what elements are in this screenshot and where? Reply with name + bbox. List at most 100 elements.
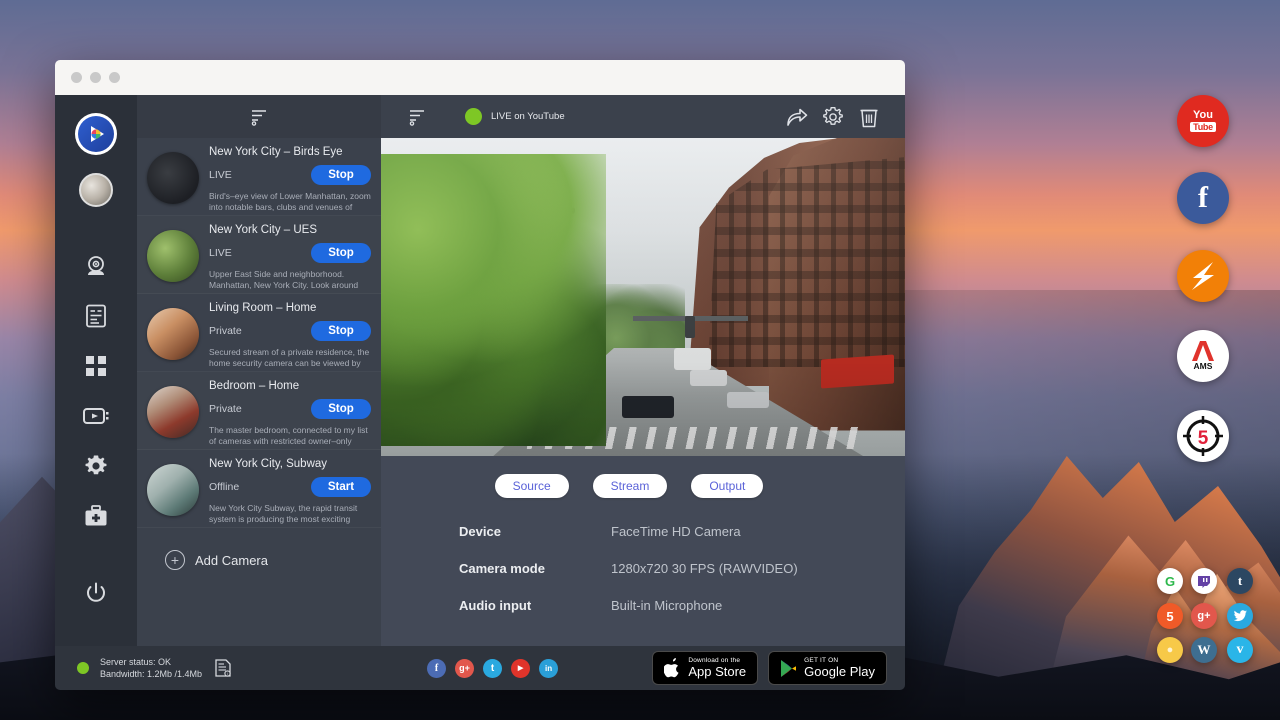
dock-icon-channel-five[interactable]: 5	[1177, 410, 1229, 462]
social-twitter[interactable]: t	[483, 659, 502, 678]
layout-sort-button[interactable]	[399, 102, 435, 132]
ams-label: AMS	[1194, 362, 1213, 371]
add-camera-button[interactable]: + Add Camera	[137, 528, 381, 570]
lightning-bolt-icon	[1183, 256, 1223, 296]
sort-button[interactable]	[241, 102, 277, 132]
tab-source[interactable]: Source	[495, 474, 569, 498]
camera-action-button[interactable]: Stop	[311, 399, 371, 419]
play-logo-icon	[85, 123, 107, 145]
camera-status: Offline	[209, 481, 239, 493]
dock-icon-smashcast[interactable]: 5	[1157, 603, 1183, 629]
dock-icon-adobe-ams[interactable]: AMS	[1177, 330, 1229, 382]
list-item[interactable]: Bedroom – Home Private Stop The master b…	[137, 372, 381, 450]
info-label: Camera mode	[459, 561, 611, 576]
list-item[interactable]: New York City, Subway Offline Start New …	[137, 450, 381, 528]
document-list-icon	[85, 304, 107, 328]
camera-description: The master bedroom, connected to my list…	[209, 425, 371, 447]
dock-icon-grabyo[interactable]: G	[1157, 568, 1183, 594]
youtube-label-top: You	[1193, 110, 1213, 121]
social-facebook[interactable]: f	[427, 659, 446, 678]
settings-button[interactable]	[815, 102, 851, 132]
camera-title: New York City – UES	[209, 224, 371, 236]
camera-thumbnail	[147, 464, 199, 516]
main-panel: LIVE on YouTube	[381, 95, 905, 646]
camera-thumbnail	[147, 152, 199, 204]
window-zoom-button[interactable]	[109, 72, 120, 83]
camera-status: Private	[209, 403, 242, 415]
google-plus-glyph: g+	[459, 663, 470, 673]
google-play-badge[interactable]: GET IT ON Google Play	[768, 651, 887, 685]
dock-icon-tumblr[interactable]: t	[1227, 568, 1253, 594]
video-screen-icon	[83, 406, 109, 426]
camera-action-button[interactable]: Stop	[311, 165, 371, 185]
sidebar-item-webcam[interactable]	[70, 241, 122, 291]
sidebar-item-settings[interactable]	[70, 441, 122, 491]
dock-icon-google-plus[interactable]: g+	[1191, 603, 1217, 629]
source-info-table: Device FaceTime HD Camera Camera mode 12…	[381, 498, 905, 635]
share-button[interactable]	[779, 102, 815, 132]
main-toolbar: LIVE on YouTube	[381, 95, 905, 138]
tab-output[interactable]: Output	[691, 474, 763, 498]
camera-action-button[interactable]: Stop	[311, 321, 371, 341]
camera-list-toolbar	[137, 95, 381, 138]
social-linkedin[interactable]: in	[539, 659, 558, 678]
window-titlebar[interactable]	[55, 60, 905, 95]
dock-icon-vimeo[interactable]: v	[1227, 637, 1253, 663]
list-item[interactable]: New York City – Birds Eye LIVE Stop Bird…	[137, 138, 381, 216]
dock-icon-youtube[interactable]: You Tube	[1177, 95, 1229, 147]
tab-stream[interactable]: Stream	[593, 474, 668, 498]
log-document-icon: i	[215, 659, 231, 677]
dock-icon-flickr[interactable]: ●	[1157, 637, 1183, 663]
camera-title: Living Room – Home	[209, 302, 371, 314]
camera-thumbnail	[147, 308, 199, 360]
camera-description: New York City Subway, the rapid transit …	[209, 503, 371, 525]
info-label: Device	[459, 524, 611, 539]
gear-icon	[84, 454, 108, 478]
list-item[interactable]: Living Room – Home Private Stop Secured …	[137, 294, 381, 372]
window-close-button[interactable]	[71, 72, 82, 83]
twitch-icon	[1197, 574, 1211, 588]
wordpress-glyph: W	[1198, 642, 1211, 658]
camera-description: Upper East Side and neighborhood. Manhat…	[209, 269, 371, 291]
dock-icon-facebook[interactable]: f	[1177, 172, 1229, 224]
sidebar-item-power[interactable]	[70, 568, 122, 618]
trash-icon	[859, 106, 879, 128]
camera-status: LIVE	[209, 169, 232, 181]
user-avatar[interactable]	[79, 173, 113, 207]
sidebar-item-video[interactable]	[70, 391, 122, 441]
vimeo-glyph: v	[1237, 642, 1244, 658]
sidebar-item-grid[interactable]	[70, 341, 122, 391]
camera-thumbnail	[147, 386, 199, 438]
camera-title: New York City – Birds Eye	[209, 146, 371, 158]
camera-action-button[interactable]: Start	[311, 477, 371, 497]
app-store-badge[interactable]: Download on the App Store	[652, 651, 758, 685]
twitter-bird-icon	[1233, 610, 1247, 622]
app-logo[interactable]	[75, 113, 117, 155]
live-status-indicator: LIVE on YouTube	[465, 108, 565, 125]
log-button[interactable]: i	[215, 659, 231, 677]
social-google-plus[interactable]: g+	[455, 659, 474, 678]
dock-icon-wowza[interactable]	[1177, 250, 1229, 302]
info-label: Audio input	[459, 598, 611, 613]
app-store-big-label: App Store	[688, 665, 746, 679]
video-preview[interactable]	[381, 138, 905, 456]
camera-list-scroll[interactable]: New York City – Birds Eye LIVE Stop Bird…	[137, 138, 381, 646]
list-item[interactable]: New York City – UES LIVE Stop Upper East…	[137, 216, 381, 294]
dock-icon-wordpress[interactable]: W	[1191, 637, 1217, 663]
info-row-device: Device FaceTime HD Camera	[459, 524, 905, 539]
desktop-background: You Tube f AMS 5 G	[0, 0, 1280, 720]
social-youtube[interactable]: ▶	[511, 659, 530, 678]
sidebar-item-toolkit[interactable]	[70, 491, 122, 541]
video-vignette	[381, 138, 905, 456]
google-plus-glyph: g+	[1197, 610, 1210, 622]
crosshair-five-icon: 5	[1181, 414, 1225, 458]
live-status-label: LIVE on YouTube	[491, 111, 565, 122]
live-dot-icon	[465, 108, 482, 125]
dock-icon-twitch[interactable]	[1191, 568, 1217, 594]
dock-icon-twitter[interactable]	[1227, 603, 1253, 629]
info-row-camera-mode: Camera mode 1280x720 30 FPS (RAWVIDEO)	[459, 561, 905, 576]
window-minimize-button[interactable]	[90, 72, 101, 83]
sidebar-item-documents[interactable]	[70, 291, 122, 341]
camera-action-button[interactable]: Stop	[311, 243, 371, 263]
delete-button[interactable]	[851, 102, 887, 132]
